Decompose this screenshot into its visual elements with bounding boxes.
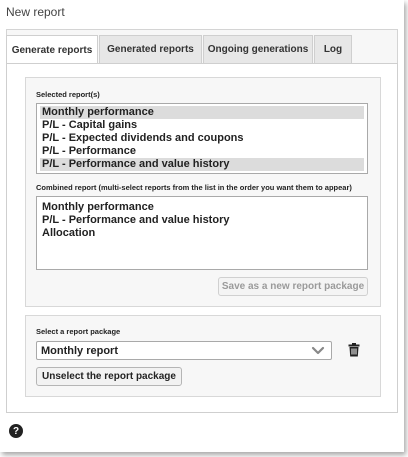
combined-report-listbox[interactable]: Monthly performance P/L - Performance an… <box>36 196 368 270</box>
list-item[interactable]: P/L - Performance <box>40 145 364 158</box>
report-package-select[interactable]: Monthly report <box>36 341 332 360</box>
new-report-window: New report Generate reports Generated re… <box>0 0 404 452</box>
list-item[interactable]: Monthly performance <box>40 201 364 214</box>
list-item[interactable]: P/L - Performance and value history <box>40 158 364 171</box>
selected-reports-label: Selected report(s) <box>36 90 100 99</box>
save-as-new-report-package-button[interactable]: Save as a new report package <box>218 277 368 296</box>
window-title: New report <box>6 5 65 19</box>
tab-ongoing-generations[interactable]: Ongoing generations <box>203 35 313 63</box>
selected-reports-listbox[interactable]: Monthly performance P/L - Capital gains … <box>36 103 368 174</box>
combined-report-label: Combined report (multi-select reports fr… <box>36 183 352 192</box>
report-selection-section: Selected report(s) Monthly performance P… <box>25 77 381 307</box>
chevron-down-icon <box>311 346 325 355</box>
list-item[interactable]: Allocation <box>40 227 364 240</box>
tab-log[interactable]: Log <box>314 35 352 63</box>
tab-generated-reports[interactable]: Generated reports <box>99 35 202 63</box>
tab-generate-reports[interactable]: Generate reports <box>6 35 98 64</box>
list-item[interactable]: Monthly performance <box>40 106 364 119</box>
report-package-section: Select a report package Monthly report U… <box>25 315 381 397</box>
help-icon[interactable]: ? <box>9 424 23 438</box>
list-item[interactable]: P/L - Expected dividends and coupons <box>40 132 364 145</box>
list-item[interactable]: P/L - Capital gains <box>40 119 364 132</box>
unselect-report-package-button[interactable]: Unselect the report package <box>36 367 182 386</box>
trash-icon[interactable] <box>348 343 360 357</box>
list-item[interactable]: P/L - Performance and value history <box>40 214 364 227</box>
generate-reports-content: Selected report(s) Monthly performance P… <box>6 63 398 413</box>
report-package-value: Monthly report <box>41 344 118 357</box>
select-report-package-label: Select a report package <box>36 327 121 336</box>
